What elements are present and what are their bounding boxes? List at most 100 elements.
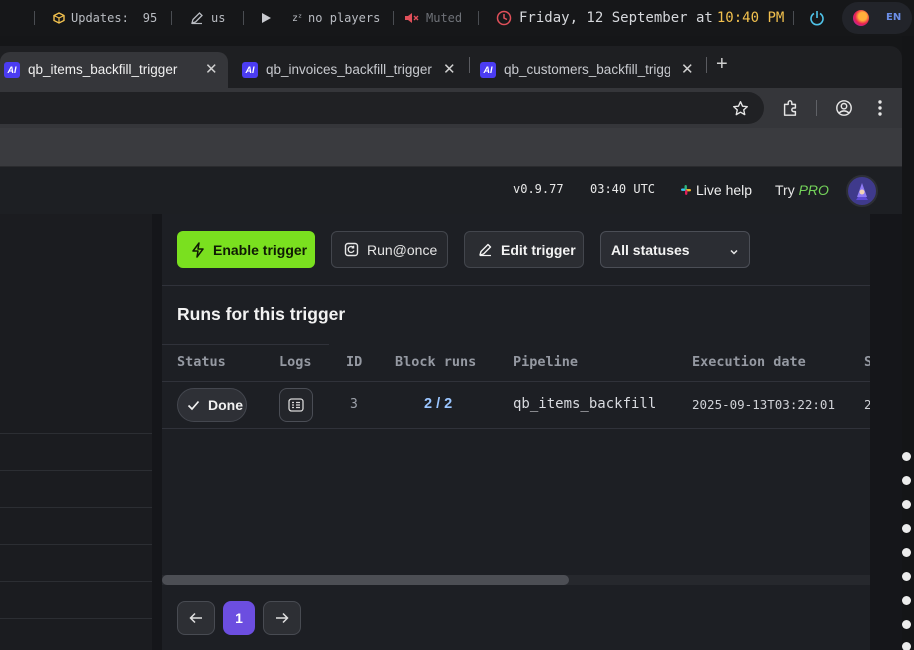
run-once-icon xyxy=(344,242,359,257)
wizard-avatar-icon xyxy=(856,183,868,200)
slack-icon xyxy=(681,185,691,195)
logs-icon xyxy=(288,398,304,412)
next-page-button[interactable] xyxy=(263,601,301,635)
left-sidebar xyxy=(0,214,152,650)
extensions-icon[interactable] xyxy=(779,97,801,119)
volume-indicator[interactable]: Muted xyxy=(404,0,462,36)
enable-trigger-button[interactable]: Enable trigger xyxy=(177,231,315,268)
players-indicator[interactable]: zᶻ no players xyxy=(292,0,380,36)
players-label: no players xyxy=(308,11,381,25)
pencil-icon xyxy=(191,12,203,25)
tab-separator xyxy=(706,57,707,73)
status-separator xyxy=(478,11,479,25)
current-page-button[interactable]: 1 xyxy=(223,601,255,635)
desktop-background xyxy=(902,36,914,650)
sidebar-divider xyxy=(0,433,152,434)
run-id: 3 xyxy=(350,397,358,412)
status-separator xyxy=(393,11,394,25)
profile-icon[interactable] xyxy=(833,97,855,119)
column-header-block-runs: Block runs xyxy=(395,354,477,370)
run-once-button[interactable]: Run@once xyxy=(331,231,448,268)
arrow-left-icon xyxy=(189,612,202,624)
enable-trigger-label: Enable trigger xyxy=(213,241,308,258)
desktop-dot xyxy=(902,620,911,629)
previous-page-button[interactable] xyxy=(177,601,215,635)
tab-separator xyxy=(469,57,470,73)
column-header-id: ID xyxy=(346,354,363,370)
desktop-dot xyxy=(902,572,911,581)
status-separator xyxy=(243,11,244,25)
horizontal-scrollbar-thumb[interactable] xyxy=(162,575,569,585)
status-separator xyxy=(793,11,794,25)
try-pro-link[interactable]: Try PRO xyxy=(775,182,829,198)
panel-gutter xyxy=(152,214,162,650)
browser-tab[interactable]: AI qb_customers_backfill_trigger ✕ xyxy=(474,52,702,88)
app-version: v0.9.77 xyxy=(513,182,564,196)
status-label: Done xyxy=(208,397,243,413)
power-button[interactable] xyxy=(809,0,825,36)
avatar[interactable] xyxy=(846,175,878,207)
keyboard-layout-indicator[interactable]: us xyxy=(190,0,225,36)
mage-favicon-icon: AI xyxy=(4,62,20,78)
tab-title: qb_invoices_backfill_trigger xyxy=(266,62,432,77)
tab-close-icon[interactable]: ✕ xyxy=(443,60,456,78)
more-menu-icon[interactable] xyxy=(869,97,891,119)
clock[interactable]: Friday, 12 September at 10:40 PM xyxy=(496,0,784,36)
new-tab-button[interactable]: + xyxy=(716,53,728,76)
pencil-icon xyxy=(478,242,493,257)
app-header: v0.9.77 03:40 UTC Live help Try PRO xyxy=(0,167,902,214)
browser-tab[interactable]: AI qb_invoices_backfill_trigger ✕ xyxy=(236,52,466,88)
updates-count: 95 xyxy=(142,11,158,25)
column-header-execution-date: Execution date xyxy=(692,354,806,370)
desktop-dot xyxy=(902,476,911,485)
volume-muted-icon xyxy=(405,13,419,23)
play-icon xyxy=(262,13,271,23)
status-filter-select[interactable]: All statuses xyxy=(600,231,750,268)
desktop-dot xyxy=(902,548,911,557)
desktop-dot xyxy=(902,596,911,605)
lightning-icon xyxy=(191,241,205,258)
sidebar-divider xyxy=(0,470,152,471)
browser-tab-active[interactable]: AI qb_items_backfill_trigger ✕ xyxy=(0,52,228,88)
arrow-right-icon xyxy=(276,612,289,624)
updates-indicator[interactable]: Updates: 95 xyxy=(53,0,157,36)
bookmark-star-icon[interactable] xyxy=(729,97,751,119)
desktop-dot xyxy=(902,524,911,533)
run-once-label: Run@once xyxy=(367,241,438,258)
browser-tab-strip: AI qb_items_backfill_trigger ✕ AI qb_inv… xyxy=(0,46,902,88)
live-help-link[interactable]: Live help xyxy=(680,182,752,198)
pipeline-name[interactable]: qb_items_backfill xyxy=(513,396,656,412)
mage-favicon-icon: AI xyxy=(480,62,496,78)
status-separator xyxy=(171,11,172,25)
power-icon xyxy=(810,11,824,26)
tab-title: qb_items_backfill_trigger xyxy=(28,62,178,77)
media-play-button[interactable] xyxy=(261,0,272,36)
tab-close-icon[interactable]: ✕ xyxy=(681,60,694,78)
column-header-pipeline: Pipeline xyxy=(513,354,579,370)
time-label: 10:40 PM xyxy=(716,10,785,26)
section-divider xyxy=(162,285,870,286)
edit-trigger-label: Edit trigger xyxy=(501,241,576,258)
language-switcher[interactable]: EN xyxy=(842,2,912,34)
sidebar-divider xyxy=(0,581,152,582)
sidebar-divider xyxy=(0,507,152,508)
column-header-status: Status xyxy=(177,354,226,370)
view-logs-button[interactable] xyxy=(279,388,313,422)
right-panel-edge xyxy=(870,214,902,650)
truncated-cell: 2 xyxy=(864,397,870,412)
chevron-down-icon xyxy=(729,244,739,260)
block-runs-link[interactable]: 2 / 2 xyxy=(424,396,452,412)
toolbar-separator xyxy=(816,100,817,116)
status-badge[interactable]: Done xyxy=(177,388,247,422)
live-help-label: Live help xyxy=(696,182,753,198)
table-header-divider xyxy=(162,381,870,382)
tab-close-icon[interactable]: ✕ xyxy=(205,60,218,78)
table-row-divider xyxy=(162,428,870,429)
address-bar[interactable] xyxy=(0,92,764,124)
tab-title: qb_customers_backfill_trigger xyxy=(504,62,670,77)
sleep-icon: zᶻ xyxy=(292,12,303,24)
system-status-bar: Updates: 95 us zᶻ no players Muted Frida… xyxy=(0,0,914,36)
keyboard-layout-label: us xyxy=(211,11,226,25)
edit-trigger-button[interactable]: Edit trigger xyxy=(464,231,584,268)
plus-icon: + xyxy=(716,53,728,75)
